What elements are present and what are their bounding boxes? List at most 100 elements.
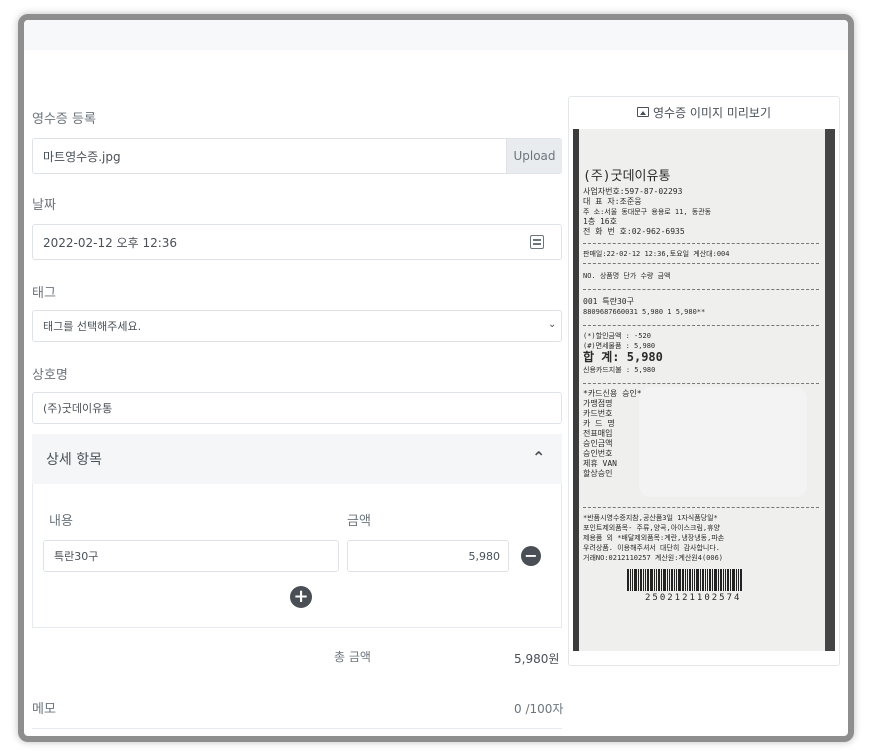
total-label: 총 금액 (334, 650, 371, 664)
receipt-line: 포인트제외품목- 주류,양곡,아이스크림,휴양 (583, 524, 720, 532)
date-label: 날짜 (32, 198, 56, 213)
tag-select[interactable]: 태그를 선택해주세요. (32, 310, 562, 342)
barcode-bar (712, 569, 713, 591)
receipt-line: 사업자번호:597-87-02293 (583, 187, 683, 196)
chevron-up-icon[interactable]: ⌃ (532, 448, 545, 467)
item-amount-input[interactable]: 5,980 (347, 540, 509, 572)
tag-label: 태그 (32, 286, 56, 301)
barcode-bar (714, 569, 717, 591)
receipt-divider (583, 507, 819, 508)
receipt-barcode (627, 569, 743, 591)
barcode-bar (740, 569, 742, 591)
receipt-image: (주)굿데이유통 사업자번호:597-87-02293 대 표 자:조준웅 주 … (573, 129, 835, 651)
receipt-line: 전표매입 (583, 429, 613, 438)
receipt-line: 제휴 VAN (583, 459, 617, 468)
store-label: 상호명 (32, 368, 68, 383)
calendar-icon[interactable] (530, 235, 544, 249)
receipt-line: 주 소:서울 동대문구 용용로 11, 동관동 (583, 208, 712, 216)
amount-column-label: 금액 (347, 514, 371, 529)
receipt-line: 전 화 번 호:02-962-6935 (583, 227, 685, 236)
store-value: (주)굿데이유통 (43, 402, 113, 415)
store-field[interactable]: (주)굿데이유통 (32, 392, 562, 424)
date-value: 2022-02-12 오후 12:36 (43, 235, 178, 250)
barcode-bar (723, 569, 724, 591)
barcode-bar (647, 569, 649, 591)
receipt-line: 판매일:22-02-12 12:36,토요일 계산대:004 (583, 250, 730, 258)
barcode-bar (705, 569, 706, 591)
details-header[interactable]: 상세 항목 (32, 434, 562, 484)
file-name-text: 마트영수증.jpg (43, 149, 121, 164)
barcode-bar (730, 569, 731, 591)
receipt-line: NO. 상품명 단가 수량 금액 (583, 272, 671, 280)
barcode-bar (640, 569, 642, 591)
receipt-paper: (주)굿데이유통 사업자번호:597-87-02293 대 표 자:조준웅 주 … (579, 129, 825, 651)
barcode-bar (709, 569, 711, 591)
image-icon (636, 107, 649, 117)
barcode-bar (736, 569, 737, 591)
barcode-bar (654, 569, 655, 591)
receipt-line: *카드신용 승인* (583, 389, 642, 398)
barcode-bar (650, 569, 653, 591)
barcode-bar (630, 569, 631, 591)
barcode-bar (725, 569, 726, 591)
receipt-preview-card: 영수증 이미지 미리보기 (주)굿데이유통 사업자번호:597-87-02293… (568, 96, 840, 666)
barcode-bar (667, 569, 668, 591)
barcode-bar (658, 569, 660, 591)
item-amount-value: 5,980 (468, 549, 501, 563)
receipt-divider (583, 325, 819, 326)
receipt-line: 1층 16호 (583, 217, 617, 226)
top-bar (24, 20, 848, 50)
item-content-value: 특란30구 (54, 550, 99, 563)
barcode-bar (694, 569, 695, 591)
total-value: 5,980원 (514, 652, 560, 666)
barcode-bar (663, 569, 666, 591)
barcode-bar (702, 569, 704, 591)
barcode-bar (634, 569, 637, 591)
content-column-label: 내용 (49, 514, 73, 529)
barcode-bar (700, 569, 701, 591)
barcode-bar (707, 569, 708, 591)
receipt-label: 영수증 등록 (32, 112, 96, 127)
receipt-line: 제용품 외 *배달제외품목:계란,냉장냉동,파손 (583, 534, 725, 542)
barcode-bar (687, 569, 688, 591)
receipt-divider (583, 263, 819, 264)
receipt-line: 할상승인 (583, 469, 613, 478)
receipt-line: 카드번호 (583, 409, 613, 418)
receipt-line: 8809687660031 5,980 1 5,980** (583, 308, 706, 316)
receipt-line: 우려상품. 이용해주셔서 대단히 감사합니다. (583, 544, 720, 552)
barcode-bar (727, 569, 729, 591)
barcode-bar (682, 569, 684, 591)
remove-item-icon[interactable]: − (521, 546, 541, 566)
add-item-icon[interactable]: + (290, 586, 312, 608)
item-content-input[interactable]: 특란30구 (43, 540, 339, 572)
barcode-bar (643, 569, 644, 591)
memo-field-top[interactable] (32, 728, 562, 729)
tag-placeholder: 태그를 선택해주세요. (43, 320, 142, 333)
details-body: 내용 금액 특란30구 5,980 − + (32, 484, 562, 628)
barcode-bar (738, 569, 739, 591)
receipt-total-line: 합 계: 5,980 (583, 350, 663, 364)
barcode-number: 2502121102574 (645, 593, 742, 603)
barcode-bar (674, 569, 675, 591)
barcode-bar (692, 569, 693, 591)
barcode-bar (656, 569, 657, 591)
receipt-line: 가맹점명 (583, 399, 613, 408)
barcode-bar (671, 569, 673, 591)
receipt-line: 카 드 명 (583, 419, 615, 428)
barcode-bar (732, 569, 735, 591)
upload-button[interactable]: Upload (506, 139, 562, 173)
receipt-divider (583, 289, 819, 290)
barcode-bar (627, 569, 629, 591)
receipt-line: 승인금액 (583, 439, 613, 448)
redacted-area (639, 387, 807, 497)
date-field[interactable]: 2022-02-12 오후 12:36 (32, 224, 562, 260)
memo-label: 메모 (32, 702, 56, 717)
file-name-field[interactable]: 마트영수증.jpg (32, 138, 562, 174)
barcode-bar (669, 569, 670, 591)
receipt-line: (*)할인금액 : -520 (583, 332, 651, 340)
chevron-down-icon[interactable]: ⌄ (548, 319, 556, 330)
barcode-bar (720, 569, 722, 591)
details-label: 상세 항목 (46, 452, 102, 468)
preview-title: 영수증 이미지 미리보기 (652, 105, 772, 120)
app-window: 영수증 등록 마트영수증.jpg Upload 날짜 2022-02-12 오후… (18, 14, 854, 742)
